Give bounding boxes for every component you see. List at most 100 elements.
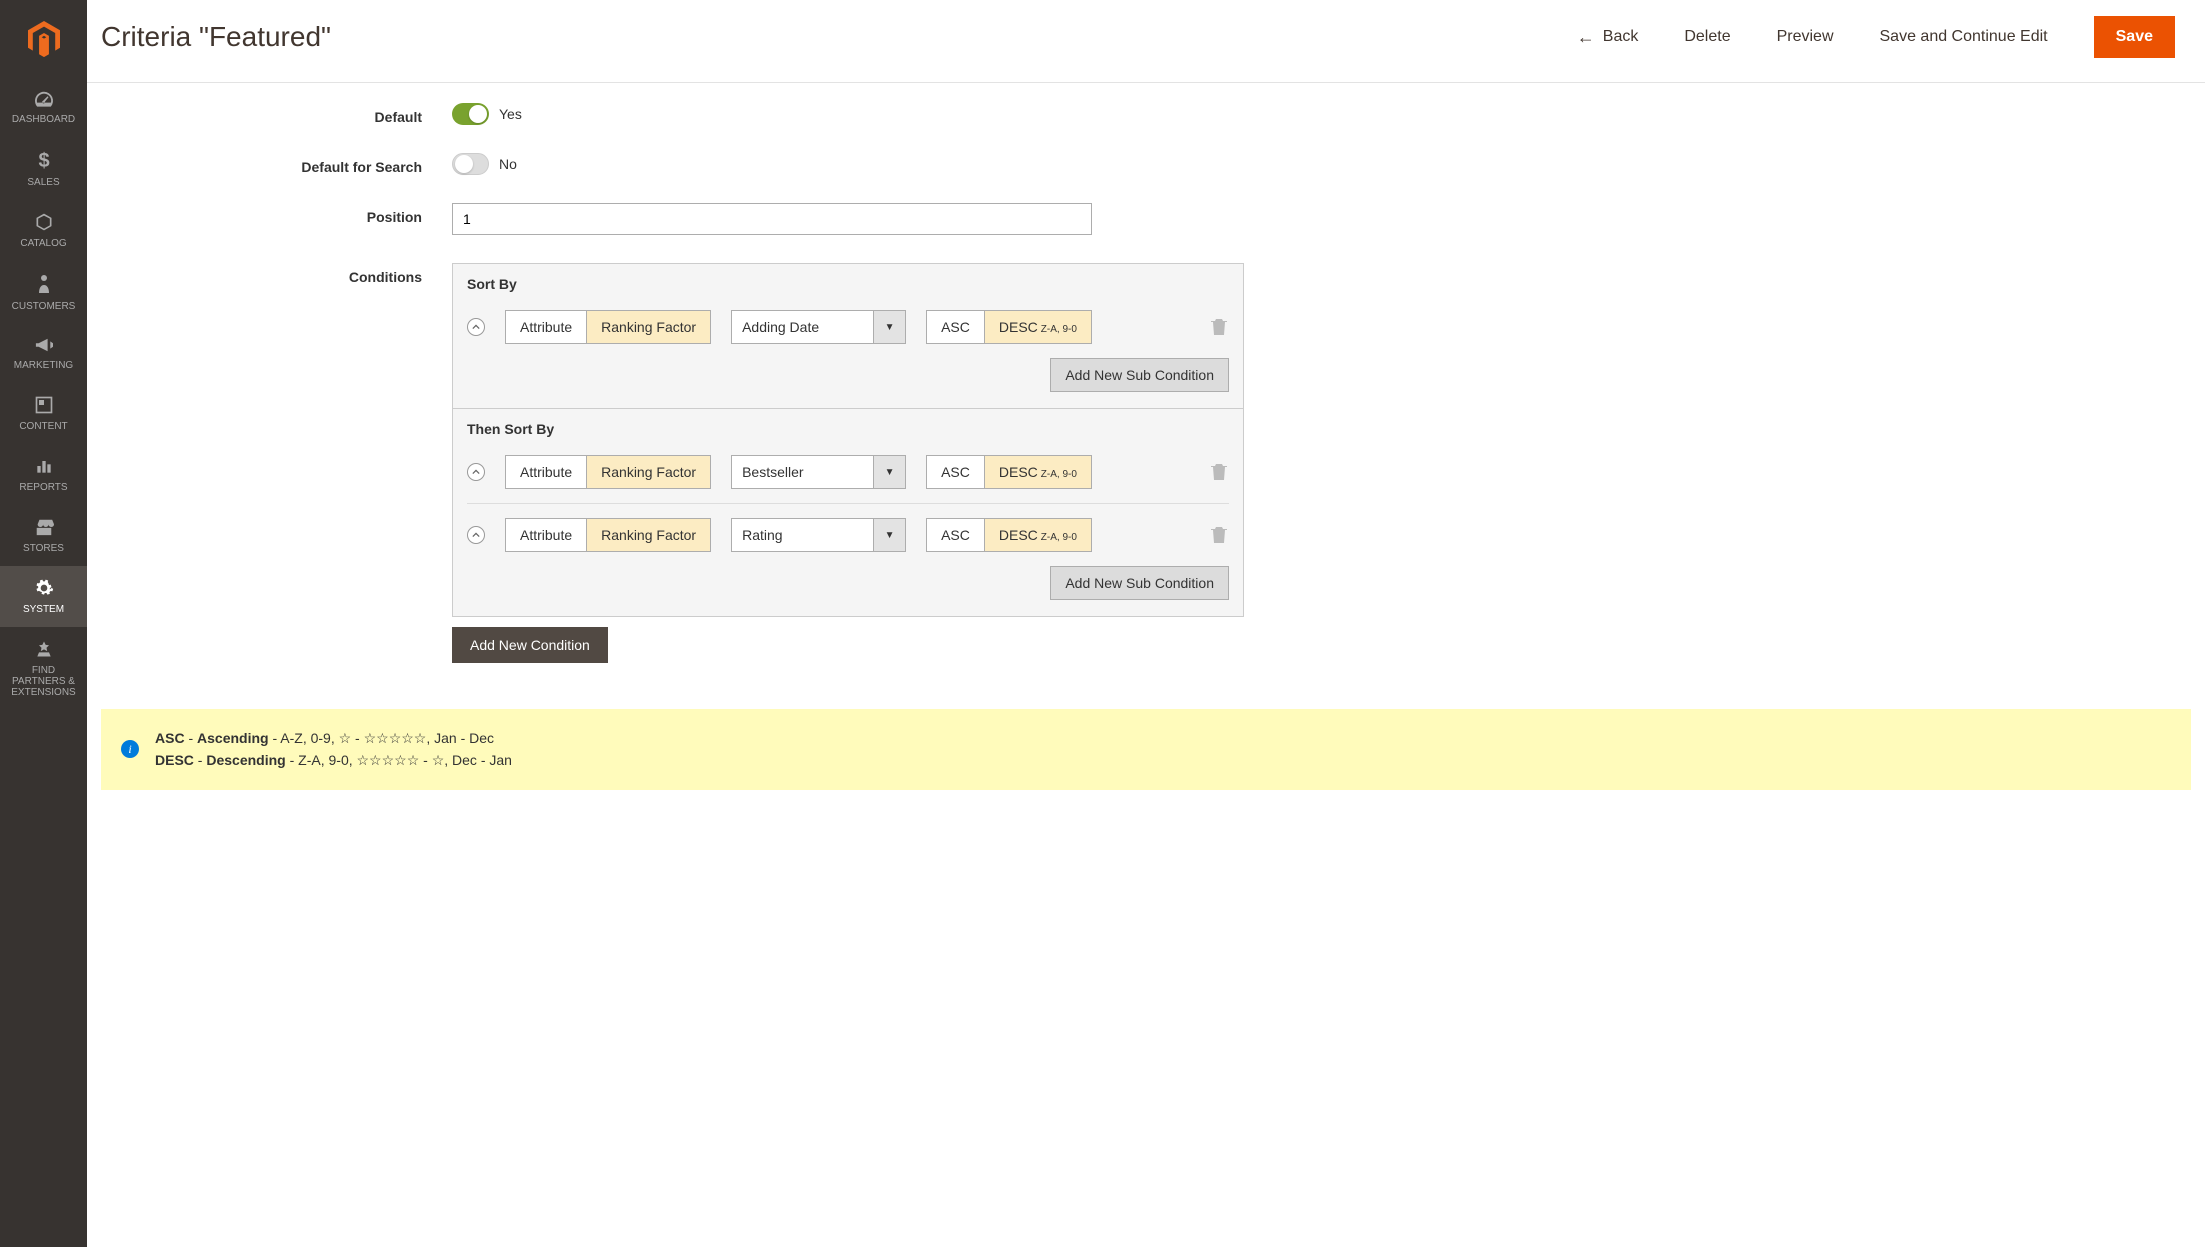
add-sub-wrap: Add New Sub Condition — [467, 358, 1229, 392]
collapse-button[interactable] — [467, 318, 485, 336]
chevron-down-icon[interactable]: ▼ — [873, 311, 905, 343]
preview-button[interactable]: Preview — [1777, 28, 1834, 46]
chevron-down-icon[interactable]: ▼ — [873, 456, 905, 488]
dashboard-icon — [33, 90, 55, 108]
back-label: Back — [1603, 28, 1639, 46]
conditions-box: Sort ByAttributeRanking FactorAdding Dat… — [452, 263, 1244, 617]
seg-ranking-factor[interactable]: Ranking Factor — [586, 311, 710, 343]
condition-row: AttributeRanking Factor Rating▼ ASCDESCZ-A… — [467, 503, 1229, 556]
nav-partners[interactable]: FIND PARTNERS & EXTENSIONS — [0, 627, 87, 710]
label-conditions: Conditions — [117, 263, 452, 285]
save-button[interactable]: Save — [2094, 16, 2175, 58]
nav-label: MARKETING — [14, 360, 73, 371]
info-icon: i — [121, 740, 139, 758]
main-content: Criteria "Featured" ← Back Delete Previe… — [87, 0, 2205, 790]
select-value: Adding Date — [732, 311, 873, 343]
seg-ranking-factor[interactable]: Ranking Factor — [586, 456, 710, 488]
nav-content[interactable]: CONTENT — [0, 383, 87, 444]
magento-icon — [24, 19, 64, 59]
label-default: Default — [117, 103, 452, 125]
add-sub-condition-button[interactable]: Add New Sub Condition — [1050, 566, 1229, 600]
row-default-search: Default for Search No — [117, 153, 2175, 175]
collapse-button[interactable] — [467, 463, 485, 481]
nav-label: DASHBOARD — [12, 114, 75, 125]
chevron-up-icon — [472, 468, 480, 476]
nav-system[interactable]: SYSTEM — [0, 566, 87, 627]
seg-asc[interactable]: ASC — [927, 519, 984, 551]
label-default-search: Default for Search — [117, 153, 452, 175]
arrow-left-icon: ← — [1577, 27, 1595, 48]
save-continue-button[interactable]: Save and Continue Edit — [1880, 28, 2048, 46]
seg-desc[interactable]: DESCZ-A, 9-0 — [984, 519, 1091, 551]
seg-desc[interactable]: DESCZ-A, 9-0 — [984, 311, 1091, 343]
nav-stores[interactable]: STORES — [0, 505, 87, 566]
delete-row-button[interactable] — [1211, 463, 1229, 481]
add-condition-button[interactable]: Add New Condition — [452, 627, 608, 663]
select-value: Rating — [732, 519, 873, 551]
add-sub-condition-button[interactable]: Add New Sub Condition — [1050, 358, 1229, 392]
nav-dashboard[interactable]: DASHBOARD — [0, 78, 87, 137]
toggle-default-search-switch[interactable] — [452, 153, 489, 175]
seg-ranking-factor[interactable]: Ranking Factor — [586, 519, 710, 551]
seg-desc[interactable]: DESCZ-A, 9-0 — [984, 456, 1091, 488]
seg-asc[interactable]: ASC — [927, 311, 984, 343]
nav-reports[interactable]: REPORTS — [0, 444, 87, 505]
trash-icon — [1211, 463, 1227, 481]
seg-attribute[interactable]: Attribute — [506, 519, 586, 551]
condition-section: Then Sort ByAttributeRanking FactorBests… — [453, 408, 1243, 616]
delete-row-button[interactable] — [1211, 526, 1229, 544]
seg-attribute[interactable]: Attribute — [506, 456, 586, 488]
nav-catalog[interactable]: CATALOG — [0, 200, 87, 261]
toggle-default-switch[interactable] — [452, 103, 489, 125]
row-position: Position — [117, 203, 2175, 235]
factor-select[interactable]: Rating▼ — [731, 518, 906, 552]
delete-row-button[interactable] — [1211, 318, 1229, 336]
magento-logo[interactable] — [0, 0, 87, 78]
chevron-down-icon[interactable]: ▼ — [873, 519, 905, 551]
toggle-knob — [455, 155, 473, 173]
chevron-up-icon — [472, 323, 480, 331]
trash-icon — [1211, 526, 1227, 544]
back-button[interactable]: ← Back — [1577, 27, 1639, 48]
nav-sales[interactable]: $ SALES — [0, 137, 87, 200]
info-banner: i ASC - Ascending - A-Z, 0-9, ☆ - ☆☆☆☆☆,… — [101, 709, 2191, 790]
nav-label: STORES — [23, 543, 64, 554]
nav-label: CUSTOMERS — [12, 301, 76, 312]
add-sub-wrap: Add New Sub Condition — [467, 566, 1229, 600]
attribute-ranking-toggle: AttributeRanking Factor — [505, 310, 711, 344]
toggle-default: Yes — [452, 103, 1244, 125]
order-toggle: ASCDESCZ-A, 9-0 — [926, 310, 1092, 344]
seg-attribute[interactable]: Attribute — [506, 311, 586, 343]
factor-select[interactable]: Bestseller▼ — [731, 455, 906, 489]
layout-icon — [34, 395, 54, 415]
person-icon — [37, 273, 51, 295]
form: Default Yes Default for Search No Positi… — [87, 83, 2205, 663]
header-actions: ← Back Delete Preview Save and Continue … — [1577, 16, 2175, 58]
nav-marketing[interactable]: MARKETING — [0, 324, 87, 383]
condition-section-title: Sort By — [467, 276, 1229, 292]
bars-icon — [34, 456, 54, 476]
row-conditions: Conditions Sort ByAttributeRanking Facto… — [117, 263, 2175, 663]
cube-icon — [34, 212, 54, 232]
position-input[interactable] — [452, 203, 1092, 235]
attribute-ranking-toggle: AttributeRanking Factor — [505, 518, 711, 552]
factor-select[interactable]: Adding Date▼ — [731, 310, 906, 344]
trash-icon — [1211, 318, 1227, 336]
seg-asc[interactable]: ASC — [927, 456, 984, 488]
nav-label: SYSTEM — [23, 604, 64, 615]
svg-text:$: $ — [38, 150, 49, 171]
toggle-default-value: Yes — [499, 106, 522, 122]
banner-line-desc: DESC - Descending - Z-A, 9-0, ☆☆☆☆☆ - ☆,… — [155, 749, 2171, 771]
delete-button[interactable]: Delete — [1684, 28, 1730, 46]
condition-section: Sort By AttributeRanking Factor Adding Dat… — [453, 264, 1243, 408]
page-header: Criteria "Featured" ← Back Delete Previe… — [87, 0, 2205, 83]
partners-icon — [34, 639, 54, 659]
nav-customers[interactable]: CUSTOMERS — [0, 261, 87, 324]
nav-label: CATALOG — [20, 238, 66, 249]
nav-label: REPORTS — [19, 482, 67, 493]
attribute-ranking-toggle: AttributeRanking Factor — [505, 455, 711, 489]
toggle-knob — [469, 105, 487, 123]
collapse-button[interactable] — [467, 526, 485, 544]
banner-line-asc: ASC - Ascending - A-Z, 0-9, ☆ - ☆☆☆☆☆, J… — [155, 727, 2171, 749]
select-value: Bestseller — [732, 456, 873, 488]
